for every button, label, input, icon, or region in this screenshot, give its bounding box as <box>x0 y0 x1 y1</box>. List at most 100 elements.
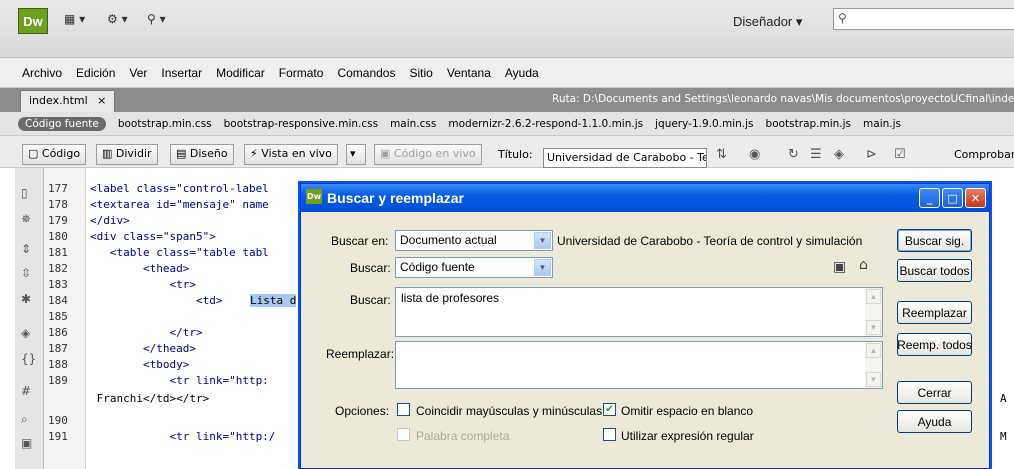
search-textarea[interactable]: lista de profesores ▲ ▼ <box>395 287 883 337</box>
menu-sitio[interactable]: Sitio <box>409 66 432 80</box>
preview-browser-icon[interactable]: ◉ <box>749 147 760 162</box>
check-page-label[interactable]: Comprobar <box>954 148 1014 161</box>
code-line[interactable]: <label class="control-label <box>90 182 269 195</box>
menu-ver[interactable]: Ver <box>129 66 147 80</box>
line-numbers-icon[interactable]: ◈ <box>21 326 30 340</box>
visual-aids-icon[interactable]: ◈ <box>834 147 844 162</box>
related-file-source[interactable]: Código fuente <box>18 116 106 131</box>
menu-modificar[interactable]: Modificar <box>216 66 265 80</box>
file-management-icon[interactable]: ⇅ <box>716 147 727 162</box>
site-icon[interactable]: ⚲ ▾ <box>147 12 166 26</box>
search-in-label: Buscar en: <box>331 234 389 248</box>
check-page-icon[interactable]: ☑ <box>894 147 906 162</box>
replace-scrollbar[interactable]: ▲ ▼ <box>865 342 882 388</box>
related-file[interactable]: main.css <box>390 118 436 130</box>
load-query-icon[interactable]: ⌂ <box>859 257 868 273</box>
related-file[interactable]: bootstrap.min.js <box>766 118 852 130</box>
related-file[interactable]: jquery-1.9.0.min.js <box>655 118 753 130</box>
open-documents-icon[interactable]: ▯ <box>21 186 28 200</box>
layout-icon[interactable]: ▦ ▾ <box>64 12 85 26</box>
selected-code-text[interactable]: Lista d <box>250 294 297 307</box>
related-file[interactable]: bootstrap.min.css <box>118 118 212 130</box>
menu-ayuda[interactable]: Ayuda <box>505 66 539 80</box>
app-bar: Dw ▦ ▾ ⚙ ▾ ⚲ ▾ Diseñador ▾ ⚲ <box>0 0 1014 58</box>
live-view-button[interactable]: ⚡ Vista en vivo <box>244 144 338 165</box>
expand-all-icon[interactable]: ⇳ <box>21 266 31 280</box>
split-view-button[interactable]: ▥ Dividir <box>96 144 158 165</box>
help-search-input[interactable]: ⚲ <box>833 8 1014 30</box>
find-all-button[interactable]: Buscar todos <box>897 259 972 282</box>
ignore-whitespace-label[interactable]: Omitir espacio en blanco <box>621 404 753 418</box>
match-case-checkbox[interactable] <box>397 403 410 416</box>
code-line[interactable]: <tr> <box>90 278 196 291</box>
dialog-title: Buscar y reemplazar <box>327 190 464 206</box>
code-view-button[interactable]: ▢ Código <box>22 144 87 165</box>
find-next-button[interactable]: Buscar sig. <box>897 229 972 252</box>
related-file[interactable]: modernizr-2.6.2-respond-1.1.0.min.js <box>448 118 643 130</box>
code-line[interactable]: </tr> <box>90 326 202 339</box>
dreamweaver-logo: Dw <box>18 8 48 34</box>
menu-bar: Archivo Edición Ver Insertar Modificar F… <box>0 58 1014 88</box>
related-file[interactable]: main.js <box>863 118 901 130</box>
code-line[interactable]: </div> <box>90 214 130 227</box>
apply-comment-icon[interactable]: ⌕ <box>21 412 28 427</box>
replace-all-button[interactable]: Reemp. todos <box>897 333 972 356</box>
live-code-button[interactable]: ▣ Código en vivo <box>374 144 482 165</box>
line-number: 184 <box>48 294 68 307</box>
chevron-down-icon: ▼ <box>534 232 551 249</box>
document-tab[interactable]: index.html × <box>20 90 116 112</box>
dialog-titlebar[interactable]: Dw Buscar y reemplazar _ □ ✕ <box>301 184 989 212</box>
code-line[interactable]: <div class="span5"> <box>90 230 216 243</box>
close-window-button[interactable]: ✕ <box>965 188 986 208</box>
validate-icon[interactable]: ⊳ <box>866 147 877 162</box>
view-options-icon[interactable]: ☰ <box>810 147 822 162</box>
match-case-label[interactable]: Coincidir mayúsculas y minúsculas <box>416 404 602 418</box>
balance-braces-icon[interactable]: {} <box>21 352 36 366</box>
menu-edicion[interactable]: Edición <box>76 66 115 80</box>
document-title-input[interactable]: Universidad de Carabobo - Te <box>543 148 707 168</box>
menu-insertar[interactable]: Insertar <box>161 66 202 80</box>
regex-checkbox[interactable] <box>603 428 616 441</box>
minimize-button[interactable]: _ <box>919 188 940 208</box>
menu-formato[interactable]: Formato <box>279 66 324 80</box>
menu-comandos[interactable]: Comandos <box>337 66 395 80</box>
search-in-select[interactable]: Documento actual ▼ <box>395 230 553 251</box>
design-view-button[interactable]: ▤ Diseño <box>170 144 234 165</box>
gear-icon[interactable]: ⚙ ▾ <box>107 12 128 26</box>
regex-label[interactable]: Utilizar expresión regular <box>621 429 754 443</box>
whole-word-label: Palabra completa <box>416 429 510 443</box>
close-button[interactable]: Cerrar <box>897 381 972 404</box>
highlight-invalid-icon[interactable]: # <box>21 384 31 398</box>
code-line[interactable]: <td> <box>90 294 223 307</box>
search-scrollbar[interactable]: ▲ ▼ <box>865 288 882 336</box>
save-query-icon[interactable]: ▣ <box>833 259 846 275</box>
replace-textarea[interactable]: ▲ ▼ <box>395 341 883 389</box>
collapse-tag-icon[interactable]: ✵ <box>21 212 31 226</box>
select-parent-tag-icon[interactable]: ✱ <box>21 292 31 306</box>
code-line[interactable]: <tr link="http: <box>90 374 268 387</box>
refresh-icon[interactable]: ↻ <box>788 147 799 162</box>
related-file[interactable]: bootstrap-responsive.min.css <box>224 118 378 130</box>
code-line[interactable]: <tr link="http:/ <box>90 430 275 443</box>
menu-archivo[interactable]: Archivo <box>22 66 62 80</box>
code-line[interactable]: <thead> <box>90 262 189 275</box>
code-fragment: M <box>1000 430 1007 443</box>
collapse-selection-icon[interactable]: ⇕ <box>21 242 31 256</box>
snippet-icon[interactable]: ▣ <box>21 436 32 450</box>
design-view-label: Diseño <box>189 147 228 160</box>
search-type-select[interactable]: Código fuente ▼ <box>395 257 553 278</box>
code-line[interactable]: <table class="table tabl <box>90 246 269 259</box>
code-line[interactable]: <tbody> <box>90 358 189 371</box>
whole-word-checkbox[interactable] <box>397 428 410 441</box>
code-line[interactable]: <textarea id="mensaje" name <box>90 198 269 211</box>
maximize-button[interactable]: □ <box>942 188 963 208</box>
ignore-whitespace-checkbox[interactable]: ✔ <box>603 403 616 416</box>
help-button[interactable]: Ayuda <box>897 410 972 433</box>
code-wrapped-line[interactable]: Franchi</td></tr> <box>90 392 210 405</box>
live-view-dropdown[interactable]: ▾ <box>346 144 366 165</box>
code-line[interactable]: </thead> <box>90 342 196 355</box>
menu-ventana[interactable]: Ventana <box>447 66 491 80</box>
close-tab-icon[interactable]: × <box>97 94 106 107</box>
workspace-switcher[interactable]: Diseñador ▾ <box>733 14 802 30</box>
replace-button[interactable]: Reemplazar <box>897 301 972 324</box>
